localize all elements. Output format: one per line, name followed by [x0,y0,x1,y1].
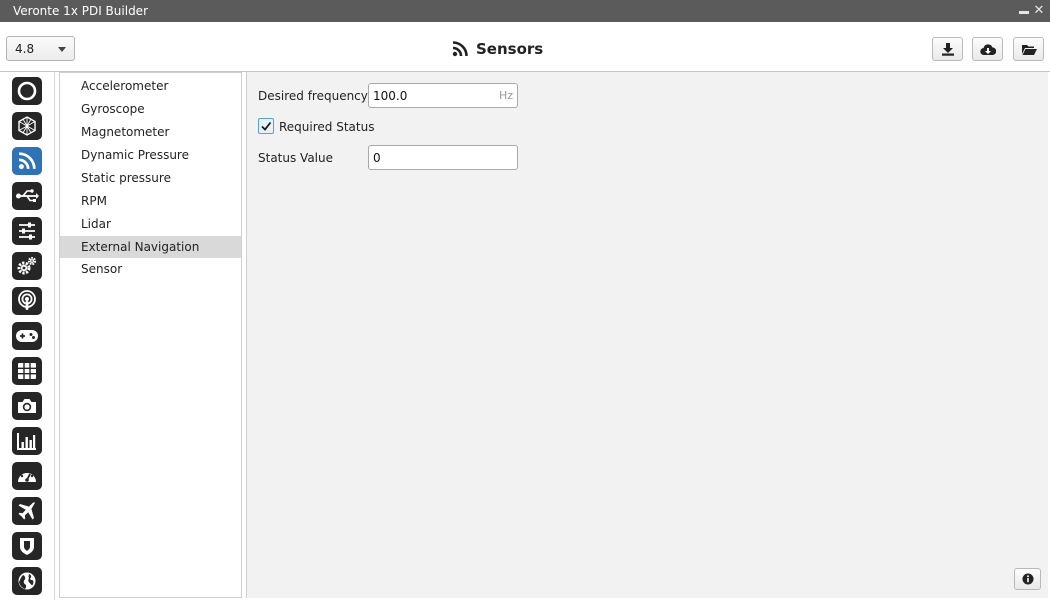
plane-icon [18,502,35,520]
download-button[interactable] [932,37,963,61]
desired-frequency-input[interactable]: 100.0 Hz [368,83,518,108]
rail-item-autopilot[interactable] [12,77,42,105]
version-select[interactable]: 4.8 [6,36,75,61]
info-icon [1022,573,1033,585]
open-folder-button[interactable] [1013,37,1044,61]
rail-item-settings[interactable] [12,217,42,245]
chevron-down-icon [58,47,66,52]
rail-item-camera[interactable] [12,392,42,420]
rail-item-sensors[interactable] [12,147,42,175]
rail-item-controller[interactable] [12,322,42,350]
shield-icon [20,538,34,555]
list-item-external-navigation-sensor[interactable]: External Navigation Sensor [60,236,241,276]
sliders-icon [19,222,35,240]
list-item-gyroscope[interactable]: Gyroscope [60,98,241,120]
desired-frequency-label: Desired frequency [258,89,368,103]
page-title: Sensors [452,39,543,59]
gears-icon [17,256,37,275]
list-item-accelerometer[interactable]: Accelerometer [60,75,241,97]
rail-item-grid[interactable] [12,357,42,385]
status-value-value: 0 [373,151,381,165]
frequency-unit: Hz [498,89,513,102]
rss-icon [18,152,36,170]
module-rail [0,72,55,600]
rail-item-configuration[interactable] [12,252,42,280]
rail-item-map[interactable] [12,567,42,595]
download-icon [941,43,954,56]
list-item-dynamic-pressure[interactable]: Dynamic Pressure [60,144,241,166]
info-button[interactable] [1014,568,1041,590]
close-icon[interactable]: ✕ [1032,3,1046,19]
checkmark-icon [261,121,272,131]
list-item-lidar[interactable]: Lidar [60,213,241,235]
podcast-icon [18,290,36,310]
required-status-label: Required Status [279,120,375,134]
rail-item-security[interactable] [12,532,42,560]
rail-item-dashboard[interactable] [12,462,42,490]
rail-item-broadcast[interactable] [12,287,42,315]
globe-icon [18,572,36,590]
cloud-download-button[interactable] [972,37,1003,61]
rail-item-aircraft[interactable] [12,497,42,525]
header: 4.8 Sensors [0,22,1050,72]
title-bar: Veronte 1x PDI Builder ✕ [0,0,1050,22]
grid-icon [18,363,36,379]
status-value-label: Status Value [258,151,334,165]
gauge-icon [18,470,36,482]
required-status-checkbox[interactable] [258,118,274,134]
rss-icon [452,41,468,57]
desired-frequency-value: 100.0 [373,89,408,103]
page-title-text: Sensors [476,40,544,58]
bar-chart-icon [17,433,36,450]
sensor-list: Accelerometer Gyroscope Magnetometer Dyn… [59,72,242,598]
usb-icon [16,189,39,202]
list-item-magnetometer[interactable]: Magnetometer [60,121,241,143]
ring-icon [17,81,37,101]
list-item-rpm[interactable]: RPM [60,190,241,212]
rail-item-usb[interactable] [12,182,42,210]
window-title: Veronte 1x PDI Builder [13,4,148,18]
sensor-config-panel: Desired frequency 100.0 Hz Required Stat… [246,72,1048,598]
list-item-static-pressure[interactable]: Static pressure [60,167,241,189]
cloud-download-icon [979,43,996,55]
hexagon-network-icon [18,116,36,136]
version-value: 4.8 [15,42,35,56]
rail-item-network[interactable] [12,112,42,140]
folder-open-icon [1021,44,1037,55]
status-value-input[interactable]: 0 [368,145,518,170]
camera-icon [18,399,36,413]
minimize-icon[interactable] [1017,3,1031,19]
rail-item-telemetry[interactable] [12,427,42,455]
gamepad-icon [16,330,38,342]
